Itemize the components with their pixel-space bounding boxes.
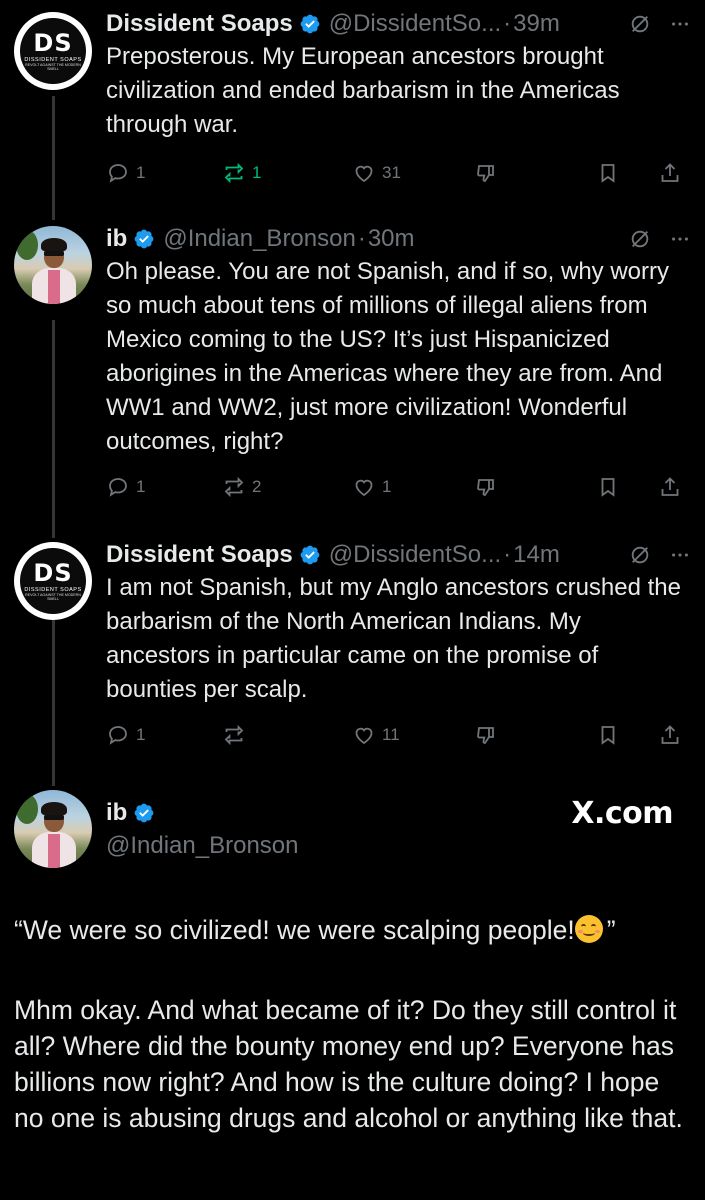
thread-line (52, 620, 55, 786)
author-name[interactable]: ib (106, 225, 127, 253)
author-name[interactable]: Dissident Soaps (106, 541, 293, 569)
dislike-button[interactable] (474, 475, 498, 499)
like-button[interactable]: 31 (352, 161, 401, 185)
repost-icon (224, 476, 244, 498)
repost-button[interactable]: 1 (222, 161, 261, 185)
author-handle[interactable]: @Indian_Bronson (163, 225, 356, 253)
avatar[interactable]: DS DISSIDENT SOAPS REVOLT AGAINST THE MO… (14, 542, 92, 620)
ds-logo-icon: DS DISSIDENT SOAPS REVOLT AGAINST THE MO… (20, 18, 86, 84)
reply-icon (109, 478, 127, 497)
reply-icon (109, 164, 127, 183)
share-icon (661, 163, 679, 182)
heart-icon (355, 727, 373, 745)
thumbs-down-icon (477, 727, 494, 744)
grok-icon[interactable] (629, 13, 651, 35)
reply-icon (109, 726, 127, 745)
share-icon (661, 477, 679, 496)
smiling-face-emoji-icon (574, 915, 603, 943)
share-icon (661, 725, 679, 744)
author-handle[interactable]: @Indian_Bronson (106, 832, 299, 860)
repost-icon (224, 724, 244, 746)
timestamp[interactable]: 14m (513, 541, 560, 569)
grok-icon[interactable] (629, 228, 651, 250)
bookmark-icon (601, 478, 615, 497)
author-name[interactable]: ib (106, 799, 127, 827)
tweet-text: Oh please. You are not Spanish, and if s… (106, 258, 670, 455)
heart-icon (355, 479, 373, 497)
thumbs-down-icon (477, 165, 494, 182)
repost-count: 2 (252, 477, 262, 496)
thread-line (52, 320, 55, 538)
avatar[interactable]: DS DISSIDENT SOAPS REVOLT AGAINST THE MO… (14, 12, 92, 90)
verified-badge-icon (300, 14, 320, 34)
like-count: 31 (382, 163, 401, 182)
share-button[interactable] (658, 723, 682, 747)
reply-button[interactable]: 1 (106, 475, 145, 499)
thumbs-down-icon (477, 479, 494, 496)
heart-icon (355, 165, 373, 183)
timestamp[interactable]: 30m (368, 225, 415, 253)
like-count: 11 (382, 725, 400, 744)
repost-button[interactable] (222, 723, 252, 747)
share-button[interactable] (658, 161, 682, 185)
more-icon[interactable] (669, 13, 691, 35)
more-icon[interactable] (669, 228, 691, 250)
repost-count: 1 (252, 163, 262, 182)
bookmark-icon (601, 164, 615, 183)
verified-badge-icon (300, 545, 320, 565)
share-button[interactable] (658, 475, 682, 499)
tweet-text: I am not Spanish, but my Anglo ancestors… (106, 574, 681, 703)
repost-icon (224, 162, 244, 184)
x-com-watermark: X.com (571, 796, 673, 831)
reply-count: 1 (136, 725, 146, 744)
reply-count: 1 (136, 163, 146, 182)
dislike-button[interactable] (474, 723, 498, 747)
bookmark-button[interactable] (596, 723, 620, 747)
reply-count: 1 (136, 477, 146, 496)
timestamp[interactable]: 39m (513, 10, 560, 38)
verified-badge-icon (134, 803, 154, 823)
like-button[interactable]: 11 (352, 723, 400, 747)
dislike-button[interactable] (474, 161, 498, 185)
repost-button[interactable]: 2 (222, 475, 261, 499)
verified-badge-icon (134, 229, 154, 249)
author-name[interactable]: Dissident Soaps (106, 10, 293, 38)
tweet-text: Mhm okay. And what became of it? Do they… (14, 995, 683, 1133)
focused-tweet[interactable]: ib X.com @Indian_Bronson “We were so civ… (0, 788, 705, 1200)
like-count: 1 (382, 477, 392, 496)
avatar[interactable] (14, 790, 92, 868)
reply-button[interactable]: 1 (106, 723, 145, 747)
thread-line (52, 96, 55, 220)
like-button[interactable]: 1 (352, 475, 391, 499)
bookmark-button[interactable] (596, 475, 620, 499)
author-handle[interactable]: @DissidentSo... (329, 541, 501, 569)
bookmark-icon (601, 726, 615, 745)
more-icon[interactable] (669, 544, 691, 566)
grok-icon[interactable] (629, 544, 651, 566)
avatar[interactable] (14, 226, 92, 304)
reply-button[interactable]: 1 (106, 161, 145, 185)
ds-logo-icon: DS DISSIDENT SOAPS REVOLT AGAINST THE MO… (20, 548, 86, 614)
bookmark-button[interactable] (596, 161, 620, 185)
author-handle[interactable]: @DissidentSo... (329, 10, 501, 38)
tweet-quote-line: “We were so civilized! we were scalping … (14, 915, 616, 945)
tweet-text: Preposterous. My European ancestors brou… (106, 43, 620, 138)
